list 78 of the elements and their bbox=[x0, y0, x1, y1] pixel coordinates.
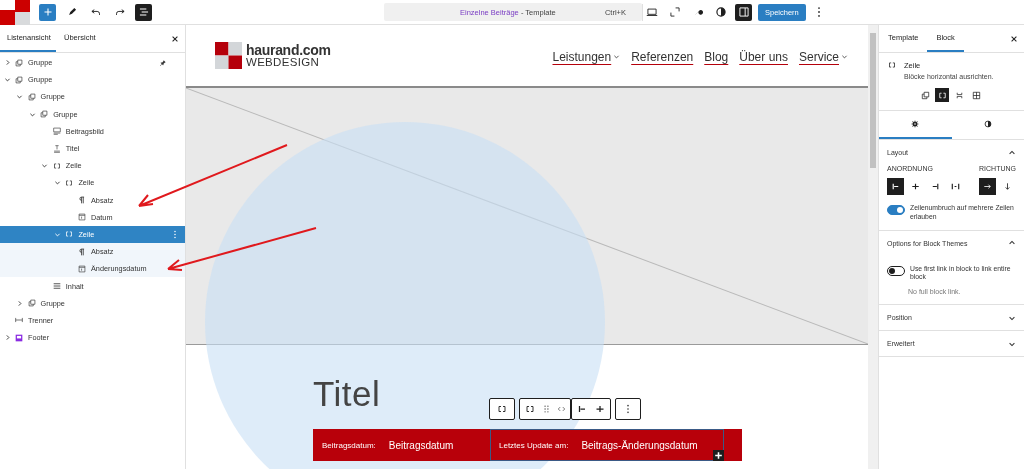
inserter-button[interactable] bbox=[713, 450, 724, 461]
justify-center-icon bbox=[910, 181, 921, 192]
chevron-icon[interactable] bbox=[16, 299, 24, 307]
horizontal-direction-button[interactable] bbox=[979, 178, 996, 195]
paragraph-icon bbox=[77, 195, 87, 206]
gear-icon bbox=[910, 119, 921, 129]
group-icon bbox=[14, 57, 24, 68]
meta-group[interactable]: Letztes Update am: Beitrags-Änderungsdatum bbox=[490, 429, 724, 461]
row-icon bbox=[51, 160, 62, 171]
logo-tagline: WEBDESIGN bbox=[246, 56, 320, 69]
group-icon bbox=[14, 74, 24, 85]
add-block-button[interactable] bbox=[39, 3, 56, 21]
list-view-button[interactable] bbox=[135, 3, 152, 21]
group-icon bbox=[919, 89, 931, 101]
external-icon bbox=[667, 5, 682, 19]
contrast-icon bbox=[982, 119, 993, 129]
chevron-icon bbox=[1008, 148, 1016, 157]
align-center-icon bbox=[594, 403, 606, 415]
grid-icon bbox=[970, 89, 982, 101]
chevron-icon[interactable] bbox=[41, 162, 49, 170]
image-icon bbox=[51, 126, 62, 137]
justify-left-button[interactable] bbox=[887, 178, 904, 195]
block-type-button[interactable] bbox=[524, 403, 536, 415]
group-icon bbox=[26, 91, 37, 102]
logo-mark bbox=[215, 42, 242, 69]
row-icon bbox=[887, 60, 897, 70]
site-logo[interactable] bbox=[0, 0, 30, 25]
nav-link[interactable]: Leistungen bbox=[552, 49, 621, 64]
toggle-switch[interactable] bbox=[887, 205, 905, 215]
add-icon bbox=[713, 450, 724, 461]
row-icon bbox=[64, 177, 75, 188]
lines-icon bbox=[51, 281, 62, 292]
nav-link[interactable]: Service bbox=[799, 49, 848, 64]
nav-link[interactable]: Über uns bbox=[739, 49, 788, 64]
justify-right-icon bbox=[930, 181, 941, 192]
row-variation-button[interactable] bbox=[935, 88, 949, 102]
more-options-icon bbox=[626, 403, 630, 415]
meta-label: Beitragsdatum: bbox=[322, 440, 376, 450]
row-icon bbox=[524, 403, 536, 415]
toggle-switch[interactable] bbox=[887, 265, 905, 276]
close-icon[interactable] bbox=[1010, 34, 1018, 43]
move-arrows-icon[interactable] bbox=[557, 404, 566, 414]
group-icon bbox=[39, 109, 50, 120]
meta-value: Beitragsdatum bbox=[388, 439, 454, 451]
logo-name: haurand.com bbox=[246, 42, 331, 57]
row-icon bbox=[64, 229, 75, 240]
scrollbar[interactable] bbox=[868, 25, 878, 469]
vertical-align-button[interactable] bbox=[594, 403, 606, 415]
paragraph-icon bbox=[77, 246, 87, 257]
row-icon bbox=[496, 403, 508, 415]
nav-link[interactable]: Referenzen bbox=[631, 49, 694, 64]
parent-block-button[interactable] bbox=[489, 398, 515, 420]
chevron-icon[interactable] bbox=[16, 93, 24, 101]
chevron-icon[interactable] bbox=[3, 76, 11, 84]
sidebar-button[interactable] bbox=[735, 3, 752, 21]
post-title: Titel bbox=[313, 376, 381, 411]
space-between-icon bbox=[950, 181, 961, 192]
meta-label: Letztes Update am: bbox=[499, 440, 569, 450]
title-icon bbox=[51, 143, 62, 154]
drag-handle-icon[interactable] bbox=[542, 404, 551, 414]
justify-left-icon bbox=[890, 181, 901, 192]
sidebar-icon bbox=[736, 5, 751, 19]
justify-left-button[interactable] bbox=[576, 403, 588, 415]
chevron-icon[interactable] bbox=[53, 179, 61, 187]
contrast-icon bbox=[713, 5, 728, 19]
meta-group[interactable]: Beitragsdatum: Beitragsdatum bbox=[313, 429, 490, 461]
footer-icon bbox=[14, 332, 24, 343]
group-icon bbox=[26, 298, 37, 309]
more-options-icon[interactable] bbox=[815, 5, 822, 19]
calendar-icon bbox=[77, 212, 87, 223]
nav-link[interactable]: Blog bbox=[704, 49, 729, 64]
more-options-button[interactable] bbox=[615, 398, 641, 420]
justify-left-icon bbox=[576, 403, 588, 415]
calendar-icon bbox=[77, 263, 87, 274]
close-icon[interactable] bbox=[171, 34, 179, 43]
meta-value: Beitrags-Änderungsdatum bbox=[581, 439, 698, 451]
pin-icon[interactable] bbox=[159, 58, 167, 67]
desktop-icon bbox=[644, 5, 659, 19]
